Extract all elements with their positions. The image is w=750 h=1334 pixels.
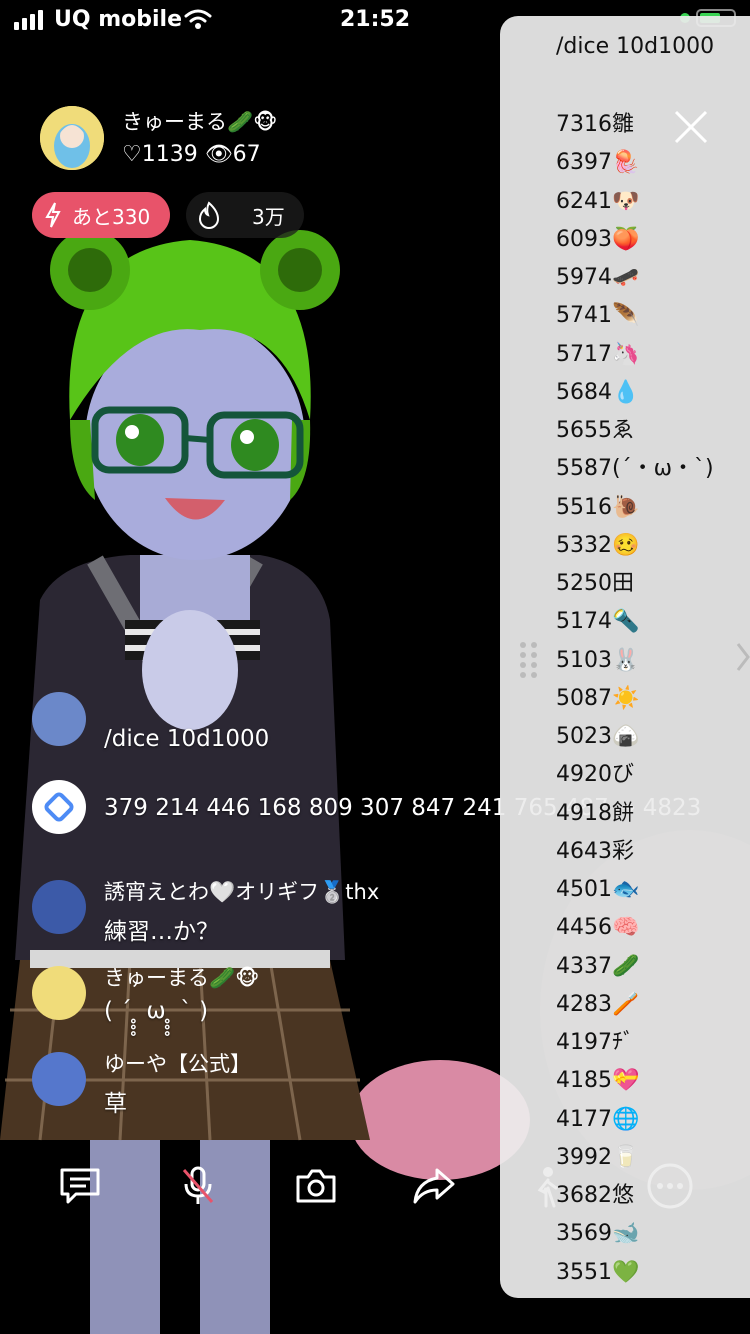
lightning-icon — [45, 202, 61, 228]
chat-text: ( ´ ̥̥̥ ω ̥̥̥ ` ) — [104, 998, 209, 1024]
drag-handle-icon[interactable] — [518, 640, 540, 680]
dice-command: /dice 10d1000 — [556, 34, 715, 59]
dice-result-item: 3682悠 — [556, 1183, 634, 1208]
dice-result-item: 4197ﾁﾞ — [556, 1030, 634, 1055]
dice-result-item: 6093🍑 — [556, 226, 640, 252]
dice-result-item: 4918餅 — [556, 800, 634, 826]
dice-result-item: 5174🔦 — [556, 609, 640, 635]
remaining-points-badge[interactable]: あと330 — [32, 192, 170, 238]
dice-result-item: 6241🐶 — [556, 188, 640, 214]
dice-result-item: 5023🍙 — [556, 724, 640, 749]
chat-name: ゆーや【公式】 — [104, 1052, 251, 1076]
camera-icon[interactable] — [280, 1150, 352, 1222]
comment-icon[interactable] — [44, 1150, 116, 1222]
avatar[interactable] — [32, 692, 86, 746]
dice-result-item: 4643彩 — [556, 838, 634, 864]
dice-result-item: 4283🪥 — [556, 991, 640, 1017]
dice-result-item: 5587(´・ω・`) — [556, 456, 714, 482]
dice-result-item: 5741🪶 — [556, 303, 640, 329]
dice-result-item: 4456🧠 — [556, 915, 640, 941]
dice-result-item: 4501🐟 — [556, 877, 640, 902]
dice-result-item: 5250田 — [556, 571, 634, 596]
host-stats: ♡1139 👁67 — [122, 142, 261, 167]
dice-result-item: 5087☀️ — [556, 685, 640, 711]
dice-result-item: 5516🐌 — [556, 494, 640, 520]
chat-text: /dice 10d1000 — [104, 726, 270, 752]
dice-result-item: 5684💧 — [556, 379, 640, 405]
dice-result-item: 5332🥴 — [556, 532, 640, 558]
host-avatar[interactable] — [40, 106, 104, 170]
host-profile-card[interactable]: きゅーまる🥒🐵 ♡1139 👁67 — [30, 98, 374, 178]
fire-count-badge[interactable]: 3万 — [186, 192, 304, 238]
dice-results-panel: /dice 10d1000 7316雛 6397🪼 6241🐶 6093🍑 5974🛹 5… — [500, 16, 750, 1298]
dice-result-item: 4337🥒 — [556, 953, 640, 979]
share-icon[interactable] — [398, 1150, 470, 1222]
fire-count-label: 3万 — [252, 204, 285, 229]
mic-muted-icon[interactable] — [162, 1150, 234, 1222]
chat-text: 草 — [104, 1091, 127, 1117]
flame-icon — [198, 201, 220, 229]
close-icon[interactable] — [670, 106, 712, 148]
avatar[interactable] — [32, 1052, 86, 1106]
dice-result-item: 3551💚 — [556, 1259, 640, 1285]
dice-result-item: 4177🌐 — [556, 1106, 640, 1132]
dice-result-item: 5717🦄 — [556, 341, 640, 367]
dice-result-item: 5974🛹 — [556, 265, 640, 290]
dice-result-item: 5103🐰 — [556, 647, 640, 673]
host-name: きゅーまる🥒🐵 — [122, 110, 278, 134]
dice-result-item: 3569🐋 — [556, 1221, 640, 1247]
dice-result-item: 3992🥛 — [556, 1144, 640, 1170]
dice-result-item: 4185💝 — [556, 1068, 640, 1094]
chat-text: 練習…か？ — [104, 919, 219, 945]
avatar[interactable] — [32, 966, 86, 1020]
dice-result-item: 6397🪼 — [556, 150, 640, 176]
chat-name: きゅーまる🥒🐵 — [104, 966, 260, 990]
dice-result-item: 4920び — [556, 762, 634, 788]
remaining-points-label: あと330 — [72, 204, 151, 229]
avatar[interactable] — [32, 880, 86, 934]
dice-result-item: 5655ゑ — [556, 418, 634, 443]
chevron-right-icon[interactable] — [736, 642, 750, 672]
bot-logo-icon[interactable] — [32, 780, 86, 834]
chat-name: 誘宵えとわ🤍オリギフ🥈thx — [104, 880, 380, 904]
dice-results-list: 7316雛 6397🪼 6241🐶 6093🍑 5974🛹 5741🪶 5717🦄 5684💧… — [556, 106, 714, 1292]
